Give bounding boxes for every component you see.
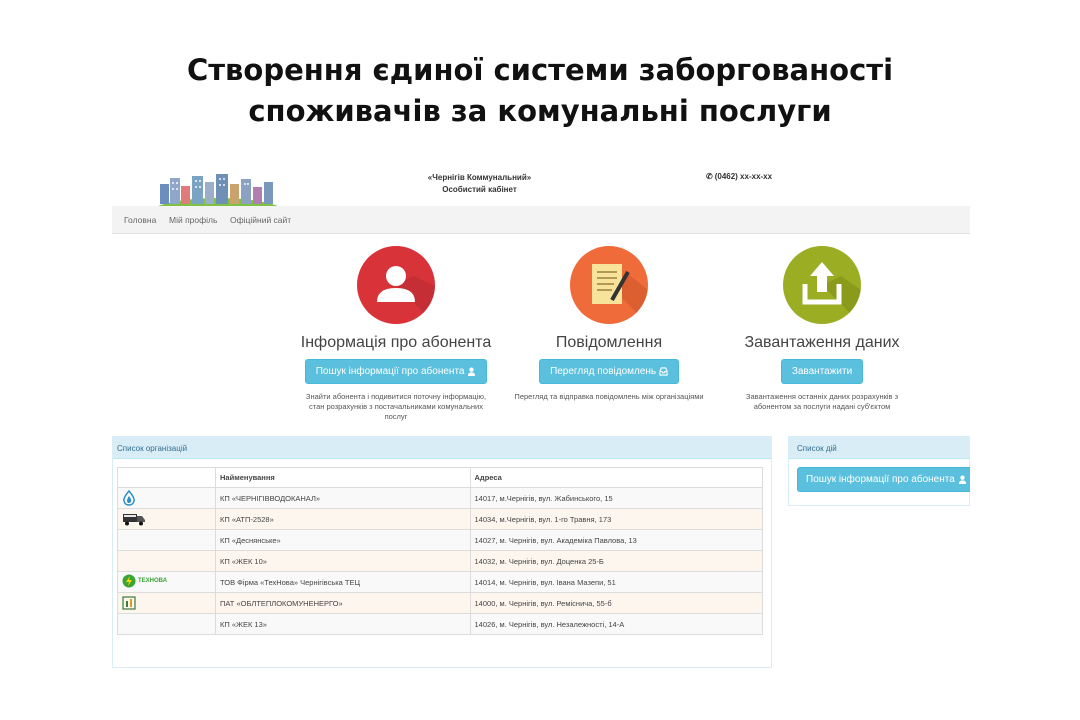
- company-name-line-2: Особистий кабінет: [442, 185, 517, 194]
- actions-panel-title: Список дій: [789, 437, 969, 459]
- city-logo: [153, 174, 283, 208]
- feature-subscriber-info: Інформація про абонента Пошук інформації…: [286, 246, 506, 422]
- user-icon: [467, 366, 476, 377]
- actions-search-subscriber-label: Пошук інформації про абонента: [806, 474, 955, 485]
- column-header-address: Адреса: [469, 467, 764, 488]
- org-logo-cell: ТЕХНОВА: [117, 571, 216, 593]
- org-logo-cell: [117, 592, 216, 614]
- organizations-panel: Список організацій Найменування Адреса К…: [112, 436, 772, 668]
- top-nav: Головна Мій профіль Офіційний сайт: [112, 206, 970, 234]
- org-name: КП «ЧЕРНІГІВВОДОКАНАЛ»: [215, 487, 471, 509]
- feature-title-messages: Повідомлення: [555, 334, 663, 351]
- table-row[interactable]: КП «ЖЕК 13» 14026, м. Чернігів, вул. Нез…: [117, 613, 764, 635]
- table-row[interactable]: КП «ЧЕРНІГІВВОДОКАНАЛ» 14017, м.Чернігів…: [117, 487, 764, 509]
- view-messages-button[interactable]: Перегляд повідомлень: [539, 359, 679, 384]
- organizations-table: Найменування Адреса КП «ЧЕРНІГІВВОДОКАНА…: [117, 467, 764, 635]
- phone-text: (0462) xx-xx-xx: [714, 172, 773, 181]
- search-subscriber-button-label: Пошук інформації про абонента: [315, 366, 465, 377]
- building-icon: [122, 596, 136, 610]
- column-header-logo: [117, 467, 216, 488]
- technova-logo: ТЕХНОВА: [122, 574, 167, 588]
- phone-number: ✆ (0462) xx-xx-xx: [706, 172, 772, 181]
- upload-button[interactable]: Завантажити: [780, 359, 864, 384]
- table-row[interactable]: ТЕХНОВА ТОВ Фірма «ТехНова» Чернігівська…: [117, 571, 764, 593]
- user-circle-icon: [357, 246, 435, 324]
- nav-item-official-site[interactable]: Офіційний сайт: [230, 215, 291, 225]
- slide-title-line-1: Створення єдиної системи заборгованості: [186, 53, 894, 87]
- feature-messages: Повідомлення Перегляд повідомлень Перегл…: [499, 246, 719, 402]
- slide-title: Створення єдиної системи заборгованості …: [0, 50, 1080, 132]
- org-logo-cell: [117, 529, 216, 551]
- inbox-icon: [659, 366, 668, 377]
- table-row[interactable]: КП «АТП-2528» 14034, м.Чернігів, вул. 1-…: [117, 508, 764, 530]
- table-row[interactable]: КП «Деснянське» 14027, м. Чернігів, вул.…: [117, 529, 764, 551]
- org-name: ТОВ Фірма «ТехНова» Чернігівська ТЕЦ: [215, 571, 471, 593]
- upload-button-label: Завантажити: [791, 366, 853, 377]
- upload-icon: [783, 246, 861, 324]
- org-address: 14027, м. Чернігів, вул. Академіка Павло…: [469, 529, 764, 551]
- truck-icon: [122, 514, 146, 526]
- org-address: 14014, м. Чернігів, вул. Івана Мазепи, 5…: [469, 571, 764, 593]
- org-logo-cell: [117, 487, 216, 509]
- site-header: «Чернігів Коммунальний» Особистий кабіне…: [112, 160, 970, 208]
- actions-search-subscriber-button[interactable]: Пошук інформації про абонента: [797, 467, 970, 492]
- org-name: КП «ЖЕК 13»: [215, 613, 471, 635]
- view-messages-button-label: Перегляд повідомлень: [550, 366, 657, 377]
- water-drop-icon: [122, 490, 136, 506]
- slide-title-line-2: споживачів за комунальні послуги: [248, 94, 832, 128]
- table-header-row: Найменування Адреса: [117, 467, 764, 488]
- nav-item-profile[interactable]: Мій профіль: [169, 215, 217, 225]
- org-name: ПАТ «ОБЛТЕПЛОКОМУНЕНЕРГО»: [215, 592, 471, 614]
- document-pen-icon: [570, 246, 648, 324]
- table-row[interactable]: КП «ЖЕК 10» 14032, м. Чернігів, вул. Доц…: [117, 550, 764, 572]
- org-logo-cell: [117, 508, 216, 530]
- column-header-name: Найменування: [215, 467, 471, 488]
- feature-description-messages: Перегляд та відправка повідомлень між ор…: [514, 392, 704, 401]
- org-address: 14017, м.Чернігів, вул. Жабинського, 15: [469, 487, 764, 509]
- feature-title-subscriber: Інформація про абонента: [300, 334, 492, 351]
- org-address: 14032, м. Чернігів, вул. Доценка 25-Б: [469, 550, 764, 572]
- technova-logo-text: ТЕХНОВА: [138, 578, 168, 584]
- company-name-line-1: «Чернігів Коммунальний»: [427, 173, 532, 182]
- feature-description-upload: Завантаження останніх даних розрахунків …: [745, 392, 899, 411]
- org-name: КП «ЖЕК 10»: [215, 550, 471, 572]
- org-address: 14026, м. Чернігів, вул. Незалежності, 1…: [469, 613, 764, 635]
- feature-data-upload: Завантаження даних Завантажити Завантаже…: [712, 246, 932, 412]
- feature-title-upload: Завантаження даних: [744, 334, 900, 351]
- org-address: 14000, м. Чернігів, вул. Ремісничa, 55-б: [469, 592, 764, 614]
- organizations-panel-title: Список організацій: [113, 437, 771, 459]
- org-address: 14034, м.Чернігів, вул. 1-го Травня, 173: [469, 508, 764, 530]
- org-logo-cell: [117, 613, 216, 635]
- phone-icon: ✆: [706, 172, 713, 181]
- company-name: «Чернігів Коммунальний» Особистий кабіне…: [412, 172, 547, 196]
- user-icon: [958, 474, 967, 485]
- org-name: КП «Деснянське»: [215, 529, 471, 551]
- actions-panel: Список дій Пошук інформації про абонента: [788, 436, 970, 506]
- screenshot: «Чернігів Коммунальний» Особистий кабіне…: [112, 160, 970, 670]
- table-row[interactable]: ПАТ «ОБЛТЕПЛОКОМУНЕНЕРГО» 14000, м. Черн…: [117, 592, 764, 614]
- feature-description-subscriber: Знайти абонента і подивитися поточну інф…: [305, 392, 487, 421]
- search-subscriber-button[interactable]: Пошук інформації про абонента: [304, 359, 488, 384]
- nav-item-home[interactable]: Головна: [124, 215, 156, 225]
- org-logo-cell: [117, 550, 216, 572]
- org-name: КП «АТП-2528»: [215, 508, 471, 530]
